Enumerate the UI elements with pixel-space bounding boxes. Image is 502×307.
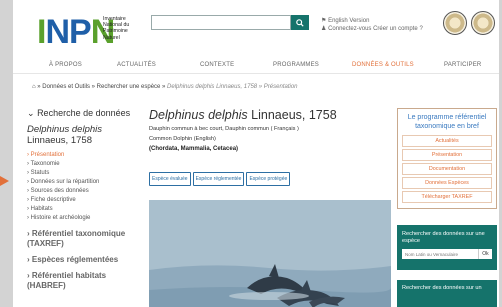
sidebar-links: › Présentation › Taxonomie › Statuts › D…	[27, 151, 145, 223]
logo-letter: P	[69, 13, 92, 51]
sidebar-item-label: Habitats	[30, 206, 53, 212]
program-button-documentation[interactable]: Documentation	[402, 163, 492, 175]
sidebar-item-label: Statuts	[30, 170, 50, 176]
flag-icon: ⚑	[321, 18, 327, 24]
sidebar-species-author: Linnaeus, 1758	[27, 135, 92, 146]
breadcrumb-tail: » Présentation	[257, 84, 298, 90]
header-search-input[interactable]	[151, 15, 291, 30]
sidebar-item-label: Fiche descriptive	[30, 197, 76, 203]
sidebar-species: Delphinus delphis Linnaeus, 1758	[27, 124, 145, 146]
logo-letter: N	[45, 13, 70, 51]
sidebar-section-label: Référentiel taxonomique (TAXREF)	[27, 229, 126, 248]
inpn-logo[interactable]: I N P N Inventaire National du Patrimoin…	[37, 13, 147, 49]
program-button-actualites[interactable]: Actualités	[402, 135, 492, 147]
nav-item-participer[interactable]: PARTICIPER	[444, 62, 481, 68]
species-search-input[interactable]	[402, 249, 478, 259]
sidebar-item-habitats[interactable]: › Habitats	[27, 205, 145, 214]
sidebar-section-habref[interactable]: › Référentiel habitats (HABREF)	[27, 271, 145, 291]
tag-espece-reglementee[interactable]: Espèce réglementée	[192, 172, 245, 186]
logo-line: Naturel	[103, 34, 120, 41]
sidebar-item-presentation[interactable]: › Présentation	[27, 151, 145, 160]
nav-item-a-propos[interactable]: À PROPOS	[49, 62, 82, 68]
sidebar-item-label: Sources des données	[30, 188, 89, 194]
nav-item-contexte[interactable]: CONTEXTE	[200, 62, 234, 68]
program-box: Le programme référentiel taxonomique en …	[397, 108, 497, 209]
program-button-telecharger-taxref[interactable]: Télécharger TAXREF	[402, 191, 492, 203]
chevron-down-icon: ⌄	[27, 108, 35, 118]
sidebar-item-repartition[interactable]: › Données sur la répartition	[27, 178, 145, 187]
main-content: Delphinus delphis Linnaeus, 1758 Dauphin…	[149, 108, 395, 307]
program-title: Le programme référentiel taxonomique en …	[407, 114, 487, 130]
sidebar-item-label: Histoire et archéologie	[30, 215, 91, 221]
sidebar-item-histoire[interactable]: › Histoire et archéologie	[27, 214, 145, 223]
logo-letter: I	[37, 13, 47, 51]
sidebar: ⌄ Recherche de données Delphinus delphis…	[27, 108, 145, 291]
program-button-presentation[interactable]: Présentation	[402, 149, 492, 161]
logo-text: Inventaire National du Patrimoine Nature…	[103, 16, 129, 41]
logo-line: Patrimoine	[103, 28, 128, 35]
page: I N P N Inventaire National du Patrimoin…	[13, 0, 499, 307]
status-tags: Espèce évaluée Espèce réglementée Espèce…	[149, 172, 291, 186]
species-search-ok-button[interactable]: Ok	[478, 249, 492, 259]
tag-espece-evaluee[interactable]: Espèce évaluée	[149, 172, 191, 186]
common-name-en: Common Dolphin (English)	[149, 136, 216, 142]
user-icon: ♟	[321, 26, 327, 32]
dolphin-photo-image	[149, 200, 391, 307]
program-button-donnees-especes[interactable]: Données Espèces	[402, 177, 492, 189]
sidebar-item-sources[interactable]: › Sources des données	[27, 187, 145, 196]
header: I N P N Inventaire National du Patrimoin…	[13, 0, 499, 55]
species-photo	[149, 200, 391, 307]
account-links[interactable]: ♟ Connectez-vous Créer un compte ?	[321, 25, 423, 33]
english-version-label: English Version	[328, 18, 370, 24]
nav-item-programmes[interactable]: PROGRAMMES	[273, 62, 319, 68]
sidebar-title[interactable]: ⌄ Recherche de données	[27, 108, 145, 119]
afb-seal-icon	[471, 11, 495, 35]
partner-seals	[443, 9, 497, 39]
taxonomy-path: (Chordata, Mammalia, Cetacea)	[149, 146, 239, 152]
english-version-link[interactable]: ⚑ English Version	[321, 17, 423, 25]
right-column: Le programme référentiel taxonomique en …	[397, 108, 497, 307]
species-name: Delphinus delphis	[149, 108, 248, 122]
account-links-label: Connectez-vous Créer un compte ?	[328, 26, 423, 32]
tag-espece-protegee[interactable]: Espèce protégée	[246, 172, 291, 186]
sidebar-item-label: Taxonomie	[30, 161, 60, 167]
page-title: Delphinus delphis Linnaeus, 1758	[149, 108, 395, 123]
data-search-box: Rechercher des données sur un	[397, 280, 497, 307]
search-icon	[296, 18, 304, 27]
breadcrumb-species[interactable]: Delphinus delphis	[167, 84, 214, 90]
nav-item-donnees-outils[interactable]: DONNÉES & OUTILS	[352, 62, 414, 68]
sidebar-species-name: Delphinus delphis	[27, 124, 102, 135]
breadcrumb: ⌂ » Données et Outils » Rechercher une e…	[32, 84, 298, 90]
sidebar-item-fiche[interactable]: › Fiche descriptive	[27, 196, 145, 205]
sidebar-item-taxonomie[interactable]: › Taxonomie	[27, 160, 145, 169]
side-arrow-marker	[0, 176, 9, 186]
sidebar-item-label: Données sur la répartition	[30, 179, 100, 185]
sidebar-item-label: Présentation	[30, 152, 65, 158]
species-search-form: Ok	[402, 249, 492, 259]
sidebar-item-statuts[interactable]: › Statuts	[27, 169, 145, 178]
nav-item-actualites[interactable]: ACTUALITÉS	[117, 62, 156, 68]
sidebar-section-especes[interactable]: › Espèces réglementées	[27, 255, 145, 265]
species-author: Linnaeus, 1758	[251, 108, 337, 122]
sidebar-section-taxref[interactable]: › Référentiel taxonomique (TAXREF)	[27, 229, 145, 249]
data-search-title: Rechercher des données sur un	[402, 285, 482, 291]
sidebar-section-label: Espèces réglementées	[31, 255, 119, 264]
header-search-button[interactable]	[291, 15, 309, 30]
breadcrumb-author: Linnaeus, 1758	[216, 84, 258, 90]
breadcrumb-path[interactable]: » Données et Outils » Rechercher une esp…	[37, 84, 167, 90]
species-search-box: Rechercher des données sur une espèce Ok	[397, 225, 497, 270]
top-links: ⚑ English Version ♟ Connectez-vous Créer…	[321, 17, 423, 33]
common-name-fr: Dauphin commun à bec court, Dauphin comm…	[149, 126, 299, 132]
home-icon[interactable]: ⌂	[32, 84, 36, 90]
main-nav: À PROPOS ACTUALITÉS CONTEXTE PROGRAMMES …	[13, 58, 499, 74]
species-search-title: Rechercher des données sur une espèce	[402, 231, 485, 244]
sidebar-section-label: Référentiel habitats (HABREF)	[27, 271, 107, 290]
mnhn-seal-icon	[443, 11, 467, 35]
sidebar-title-label: Recherche de données	[37, 108, 131, 118]
